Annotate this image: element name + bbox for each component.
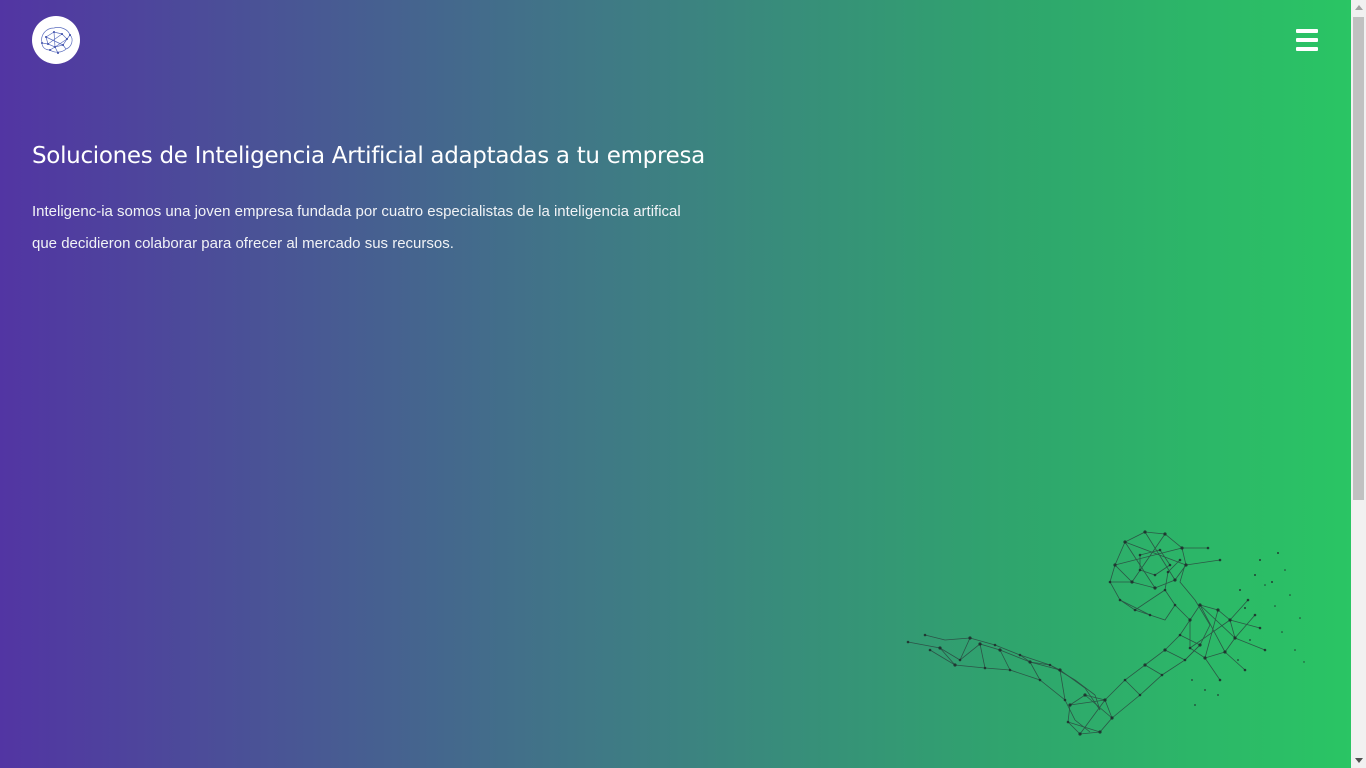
- vertical-scrollbar[interactable]: [1351, 0, 1366, 768]
- robot-arm-wireframe-icon: [906, 530, 1305, 736]
- menu-bar: [1296, 38, 1318, 42]
- page-background: Soluciones de Inteligencia Artificial ad…: [0, 0, 1351, 768]
- hamburger-menu-icon[interactable]: [1296, 29, 1318, 51]
- brain-network-icon: [41, 27, 73, 54]
- scrollbar-thumb[interactable]: [1353, 17, 1364, 500]
- scroll-down-arrow-icon[interactable]: [1351, 753, 1366, 768]
- logo-link[interactable]: [32, 16, 80, 64]
- hero-description: Inteligenc-ia somos una joven empresa fu…: [32, 203, 681, 252]
- scroll-up-arrow-icon[interactable]: [1351, 0, 1366, 15]
- menu-bar: [1296, 47, 1318, 51]
- hero-title: Soluciones de Inteligencia Artificial ad…: [32, 143, 705, 169]
- menu-bar: [1296, 29, 1318, 33]
